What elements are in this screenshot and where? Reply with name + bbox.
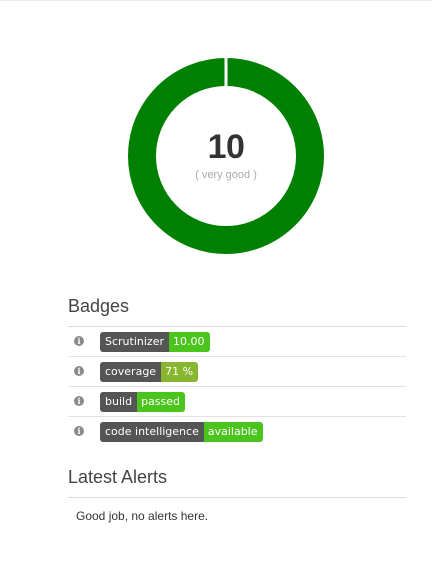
top-divider [0,0,432,1]
badge-label: code intelligence [100,422,204,442]
info-icon[interactable]: i [74,366,84,376]
code-intelligence-badge[interactable]: code intelligence available [100,422,263,442]
badge-value: 10.00 [169,332,210,352]
badges-heading: Badges [68,296,130,316]
badge-row-scrutinizer: i Scrutinizer 10.00 [68,327,406,357]
info-icon[interactable]: i [74,336,84,346]
badge-value: available [203,422,263,442]
alerts-empty-message: Good job, no alerts here. [76,509,209,523]
scrutinizer-badge[interactable]: Scrutinizer 10.00 [100,332,210,352]
score-rating-label: ( very good ) [195,169,257,181]
badge-label: coverage [100,362,162,382]
badge-value: 71 % [161,362,199,382]
badge-label: build [100,392,138,412]
latest-alerts-heading: Latest Alerts [68,467,168,487]
score-value: 10 [207,128,245,166]
alerts-heading-rule [68,497,406,498]
badge-row-code-intelligence: i code intelligence available [68,417,406,447]
badge-label: Scrutinizer [100,332,169,352]
info-icon[interactable]: i [74,396,84,406]
build-badge[interactable]: build passed [100,392,185,412]
info-icon[interactable]: i [74,426,84,436]
coverage-badge[interactable]: coverage 71 % [100,362,199,382]
quality-score-ring: 10 ( very good ) [128,58,324,254]
badge-row-build: i build passed [68,387,406,417]
badge-value: passed [137,392,185,412]
badge-row-coverage: i coverage 71 % [68,357,406,387]
